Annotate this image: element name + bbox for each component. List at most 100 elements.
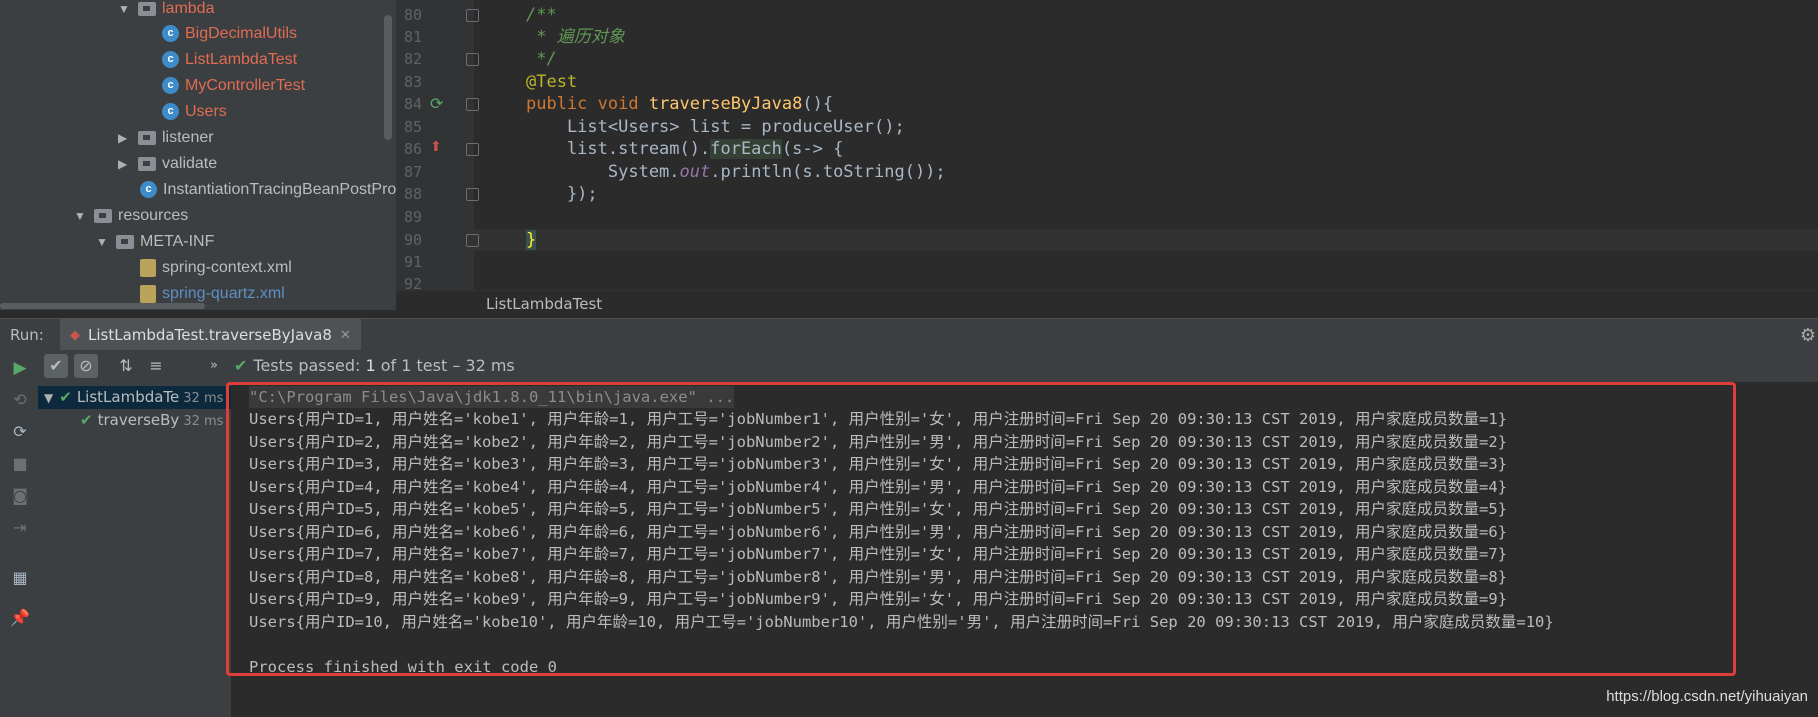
folder-icon: [138, 156, 156, 171]
expand-arrow-icon[interactable]: ▼: [96, 229, 110, 255]
expand-arrow-icon[interactable]: ▼: [74, 203, 88, 229]
console-line: Users{用户ID=7, 用户姓名='kobe7', 用户年龄=7, 用户工号…: [249, 545, 1508, 563]
expand-arrow-icon[interactable]: ▼: [118, 0, 132, 22]
run-panel-header: Run: ◆ ListLambdaTest.traverseByJava8 ✕ …: [0, 318, 1818, 351]
sort-by-duration-icon[interactable]: ≡: [144, 354, 168, 378]
code-line-84: public void traverseByJava8(){: [526, 94, 834, 114]
pin-icon[interactable]: 📌: [10, 608, 30, 628]
import-tests-icon[interactable]: ⇥: [10, 518, 30, 538]
tree-item-bigdecimalutils[interactable]: c BigDecimalUtils: [162, 21, 297, 47]
more-actions-icon[interactable]: »: [202, 354, 226, 378]
code-line-83: @Test: [526, 72, 578, 92]
line-number: 85: [403, 118, 422, 136]
tree-item-resources[interactable]: ▼ resources: [74, 203, 188, 229]
console-line: Users{用户ID=10, 用户姓名='kobe10', 用户年龄=10, 用…: [249, 613, 1554, 631]
check-icon: ✔: [234, 356, 248, 375]
console-line: Users{用户ID=9, 用户姓名='kobe9', 用户年龄=9, 用户工号…: [249, 590, 1508, 608]
tree-item-listener[interactable]: ▶ listener: [118, 125, 214, 151]
console-exit-line: Process finished with exit code 0: [249, 658, 557, 676]
show-ignored-icon[interactable]: ⊘: [74, 354, 98, 378]
console-line: Users{用户ID=8, 用户姓名='kobe8', 用户年龄=8, 用户工号…: [249, 568, 1508, 586]
editor-gutter[interactable]: 80 81 82 83 84 85 86 87 88 89 90 91 92 ⟳…: [396, 0, 479, 290]
code-line-85: List<Users> list = produceUser();: [526, 117, 905, 137]
tree-vertical-scrollbar[interactable]: [384, 15, 392, 140]
run-test-gutter-icon[interactable]: ⟳: [430, 94, 443, 113]
stop-icon[interactable]: ■: [10, 454, 30, 474]
console-line: Users{用户ID=3, 用户姓名='kobe3', 用户年龄=3, 用户工号…: [249, 455, 1508, 473]
console-line: Users{用户ID=4, 用户姓名='kobe4', 用户年龄=4, 用户工号…: [249, 478, 1508, 496]
line-number: 81: [403, 28, 422, 46]
line-number: 90: [403, 231, 422, 249]
fold-marker-icon[interactable]: [466, 234, 479, 247]
fold-marker-icon[interactable]: [466, 9, 479, 22]
tests-status: ✔ Tests passed: 1 of 1 test – 32 ms: [234, 356, 515, 375]
folder-icon: [138, 1, 156, 16]
tree-item-listlambdatest[interactable]: c ListLambdaTest: [162, 47, 297, 73]
tree-item-spring-context[interactable]: spring-context.xml: [140, 255, 292, 281]
collapse-arrow-icon[interactable]: ▶: [118, 125, 132, 151]
console-line: Users{用户ID=1, 用户姓名='kobe1', 用户年龄=1, 用户工号…: [249, 410, 1508, 428]
console-command: "C:\Program Files\Java\jdk1.8.0_11\bin\j…: [249, 386, 735, 408]
run-config-tab[interactable]: ◆ ListLambdaTest.traverseByJava8 ✕: [60, 319, 361, 351]
run-tab-title: ListLambdaTest.traverseByJava8: [88, 326, 332, 344]
camera-icon[interactable]: ◙: [10, 486, 30, 506]
toggle-auto-test-icon[interactable]: ⟳: [10, 422, 30, 442]
line-number: 82: [403, 50, 422, 68]
rerun-failed-icon[interactable]: ⟲: [10, 390, 30, 410]
folder-icon: [116, 234, 134, 249]
tree-item-meta-inf[interactable]: ▼ META-INF: [96, 229, 214, 255]
line-number: 84: [403, 95, 422, 113]
test-tree-method[interactable]: ✔ traverseBy 32 ms: [80, 409, 223, 432]
fold-marker-icon[interactable]: [466, 98, 479, 111]
xml-file-icon: [140, 284, 156, 303]
watermark: https://blog.csdn.net/yihuaiyan: [1606, 688, 1808, 705]
check-icon: ✔: [80, 411, 93, 429]
override-gutter-icon[interactable]: ⬆: [430, 139, 442, 155]
fold-marker-icon[interactable]: [466, 53, 479, 66]
current-line-highlight: [474, 229, 1818, 251]
console-line: Users{用户ID=2, 用户姓名='kobe2', 用户年龄=2, 用户工号…: [249, 433, 1508, 451]
line-number: 87: [403, 163, 422, 181]
test-results-tree: ▼ ✔ ListLambdaTe 32 ms ✔ traverseBy 32 ms: [38, 382, 232, 717]
collapse-arrow-icon[interactable]: ▶: [118, 151, 132, 177]
rerun-icon[interactable]: ▶: [10, 358, 30, 378]
fold-marker-icon[interactable]: [466, 143, 479, 156]
tree-item-validate[interactable]: ▶ validate: [118, 151, 217, 177]
line-number: 88: [403, 185, 422, 203]
line-number: 86: [403, 140, 422, 158]
check-icon: ✔: [59, 388, 72, 406]
code-editor[interactable]: 80 81 82 83 84 85 86 87 88 89 90 91 92 ⟳…: [396, 0, 1818, 290]
tree-item-lambda[interactable]: ▼ lambda: [118, 0, 214, 22]
line-number: 91: [403, 253, 422, 271]
console-line: Users{用户ID=6, 用户姓名='kobe6', 用户年龄=6, 用户工号…: [249, 523, 1508, 541]
folder-icon: [138, 130, 156, 145]
editor-breadcrumb[interactable]: ListLambdaTest: [396, 290, 1818, 319]
test-config-icon: ◆: [70, 327, 80, 343]
code-line-82: */: [526, 49, 557, 69]
tree-item-users[interactable]: c Users: [162, 99, 227, 125]
code-line-90: }: [526, 230, 537, 250]
line-number: 80: [403, 6, 422, 24]
run-label: Run:: [10, 326, 44, 344]
test-tree-root[interactable]: ▼ ✔ ListLambdaTe 32 ms: [38, 386, 231, 409]
tree-item-mycontrollertest[interactable]: c MyControllerTest: [162, 73, 305, 99]
xml-file-icon: [140, 258, 156, 277]
code-line-86: list.stream().forEach(s-> {: [526, 139, 844, 159]
show-passed-icon[interactable]: ✔: [44, 354, 68, 378]
expand-arrow-icon[interactable]: ▼: [44, 391, 53, 405]
gear-icon[interactable]: ⚙: [1800, 325, 1816, 346]
line-number: 83: [403, 73, 422, 91]
sort-alphabetically-icon[interactable]: ⇅: [114, 354, 138, 378]
tree-horizontal-scrollbar[interactable]: [0, 303, 205, 309]
class-icon: c: [162, 51, 179, 69]
class-icon: c: [140, 181, 157, 199]
run-left-toolbar: ▶ ⟲ ⟳ ■ ◙ ⇥ ▦ 📌: [0, 350, 39, 717]
fold-marker-icon[interactable]: [466, 188, 479, 201]
close-tab-icon[interactable]: ✕: [340, 328, 351, 343]
breadcrumb-label[interactable]: ListLambdaTest: [486, 295, 602, 313]
project-tree: ▼ lambda c BigDecimalUtils c ListLambdaTest…: [0, 0, 396, 310]
console-output[interactable]: "C:\Program Files\Java\jdk1.8.0_11\bin\j…: [231, 382, 1818, 717]
run-toolbar: ✔ ⊘ ⇅ ≡ » ✔ Tests passed: 1 of 1 test – 3…: [38, 350, 1818, 382]
tree-item-instantiationtracing[interactable]: c InstantiationTracingBeanPostPro: [140, 177, 396, 203]
layout-icon[interactable]: ▦: [10, 568, 30, 588]
